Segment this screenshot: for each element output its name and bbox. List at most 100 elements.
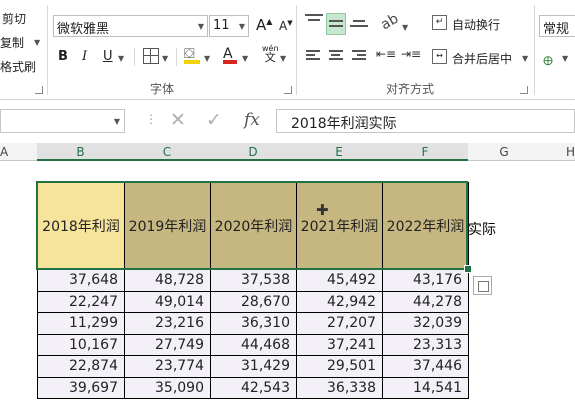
table-cell[interactable]: 22,874 [37,355,125,378]
table-header-cell[interactable]: 2021年利润 [296,182,383,270]
column-header-a[interactable]: A [0,143,37,161]
copy-dropdown-icon[interactable]: ▼ [34,38,40,47]
name-box[interactable]: ▼ [0,109,125,133]
font-color-button[interactable]: A [223,46,237,64]
column-header-e[interactable]: E [296,143,382,161]
fill-color-dropdown-icon[interactable]: ▼ [204,54,210,63]
alignment-launcher-icon[interactable] [520,86,528,94]
chevron-down-icon: ▼ [197,22,204,31]
increase-indent-button[interactable]: ⇥≡ [401,47,421,61]
align-center-button[interactable] [329,50,343,60]
formula-input[interactable]: 2018年利润实际 [276,109,575,133]
cancel-entry-button[interactable]: ✕ [170,109,186,131]
table-cell[interactable]: 42,942 [296,290,383,313]
phonetic-button[interactable]: wén 文 [262,44,279,63]
shrink-font-button[interactable]: A▼ [279,19,293,33]
table-cell[interactable]: 35,090 [124,376,211,399]
font-name-select[interactable]: 微软雅黑 ▼ [53,15,208,37]
phonetic-dropdown-icon[interactable]: ▼ [280,54,286,63]
text-orientation-icon: ab [378,10,402,34]
underline-dropdown-icon[interactable]: ▼ [118,54,124,63]
table-cell[interactable]: 44,468 [210,333,297,356]
table-cell[interactable]: 42,543 [210,376,297,399]
table-cell[interactable]: 37,446 [382,355,469,378]
confirm-entry-button[interactable]: ✓ [206,109,222,131]
table-cell[interactable]: 44,278 [382,290,469,313]
table-cell[interactable]: 10,167 [37,333,125,356]
table-cell[interactable]: 23,774 [124,355,211,378]
align-bottom-icon [353,20,365,22]
table-cell[interactable]: 31,429 [210,355,297,378]
borders-dropdown-icon[interactable]: ▼ [162,54,168,63]
table-cell[interactable]: 27,749 [124,333,211,356]
copy-button[interactable]: 复制 [0,34,24,51]
table-header-cell[interactable]: 2018年利润 [37,182,125,270]
table-header-cell[interactable]: 2020年利润 [210,182,297,270]
table-cell[interactable]: 43,176 [382,269,469,292]
merge-dropdown-icon[interactable]: ▼ [522,54,528,63]
table-cell[interactable]: 22,247 [37,290,125,313]
table-cell[interactable]: 36,338 [296,376,383,399]
table-cell[interactable]: 14,541 [382,376,469,399]
table-cell[interactable]: 23,313 [382,333,469,356]
quick-analysis-button[interactable] [473,276,492,295]
table-cell[interactable]: 36,310 [210,312,297,335]
format-painter-button[interactable]: 格式刷 [0,58,36,75]
grow-font-button[interactable]: A▲ [256,16,272,34]
bold-button[interactable]: B [58,49,68,64]
align-left-button[interactable] [306,50,320,60]
borders-button[interactable] [143,48,159,64]
grow-font-icon: A [256,16,267,34]
table-cell[interactable]: 29,501 [296,355,383,378]
underline-button[interactable]: U [103,49,113,64]
align-middle-icon [329,20,343,22]
clipboard-launcher-icon[interactable] [35,86,43,94]
orientation-button[interactable]: ab [378,11,401,34]
column-header-h[interactable]: H [540,143,575,161]
accounting-format-button[interactable]: 🜨 [543,47,553,72]
number-format-value: 常规 [543,22,570,37]
divider [134,48,135,66]
fill-color-button[interactable]: ⛋ [184,46,200,64]
align-right-button[interactable] [352,50,366,60]
table-cell[interactable]: 48,728 [124,269,211,292]
align-center-icon [329,50,343,52]
align-bottom-button[interactable] [350,20,368,27]
table-cell[interactable]: 49,014 [124,290,211,313]
table-cell[interactable]: 39,697 [37,376,125,399]
column-header-b[interactable]: B [37,143,124,161]
column-header-f[interactable]: F [382,143,468,161]
table-cell[interactable]: 37,648 [37,269,125,292]
align-middle-button[interactable] [326,13,346,35]
merge-center-button[interactable]: ↔ 合并后居中 [432,48,532,68]
font-launcher-icon[interactable] [284,86,292,94]
table-cell[interactable]: 37,538 [210,269,297,292]
decrease-indent-button[interactable]: ⇤≡ [376,47,396,61]
font-size-select[interactable]: 11 ▼ [209,15,249,37]
align-top-button[interactable] [305,14,323,21]
number-format-select[interactable]: 常规 [539,15,575,37]
table-cell[interactable]: 37,241 [296,333,383,356]
column-header-d[interactable]: D [210,143,296,161]
italic-button[interactable]: I [82,49,87,64]
column-header-c[interactable]: C [124,143,210,161]
font-color-icon: A [223,46,233,62]
table-cell[interactable]: 23,216 [124,312,211,335]
orientation-dropdown-icon[interactable]: ▼ [402,23,408,32]
accounting-dropdown-icon[interactable]: ▼ [562,54,568,63]
cut-button[interactable]: 剪切 [2,10,26,27]
table-cell[interactable]: 32,039 [382,312,469,335]
wrap-text-button[interactable]: ↵ 自动换行 [432,14,522,34]
table-cell[interactable]: 28,670 [210,290,297,313]
table-cell[interactable]: 45,492 [296,269,383,292]
table-header-cell[interactable]: 2019年利润 [124,182,211,270]
insert-function-button[interactable]: fx [244,110,260,130]
table-cell[interactable]: 11,299 [37,312,125,335]
fill-handle[interactable] [464,265,472,273]
borders-icon [150,49,151,63]
column-header-g[interactable]: G [468,143,540,161]
table-row: 22,247 49,014 28,670 42,942 44,278 [37,290,469,313]
table-cell[interactable]: 27,207 [296,312,383,335]
table-header-cell[interactable]: 2022年利润 [382,182,469,270]
font-color-dropdown-icon[interactable]: ▼ [242,54,248,63]
